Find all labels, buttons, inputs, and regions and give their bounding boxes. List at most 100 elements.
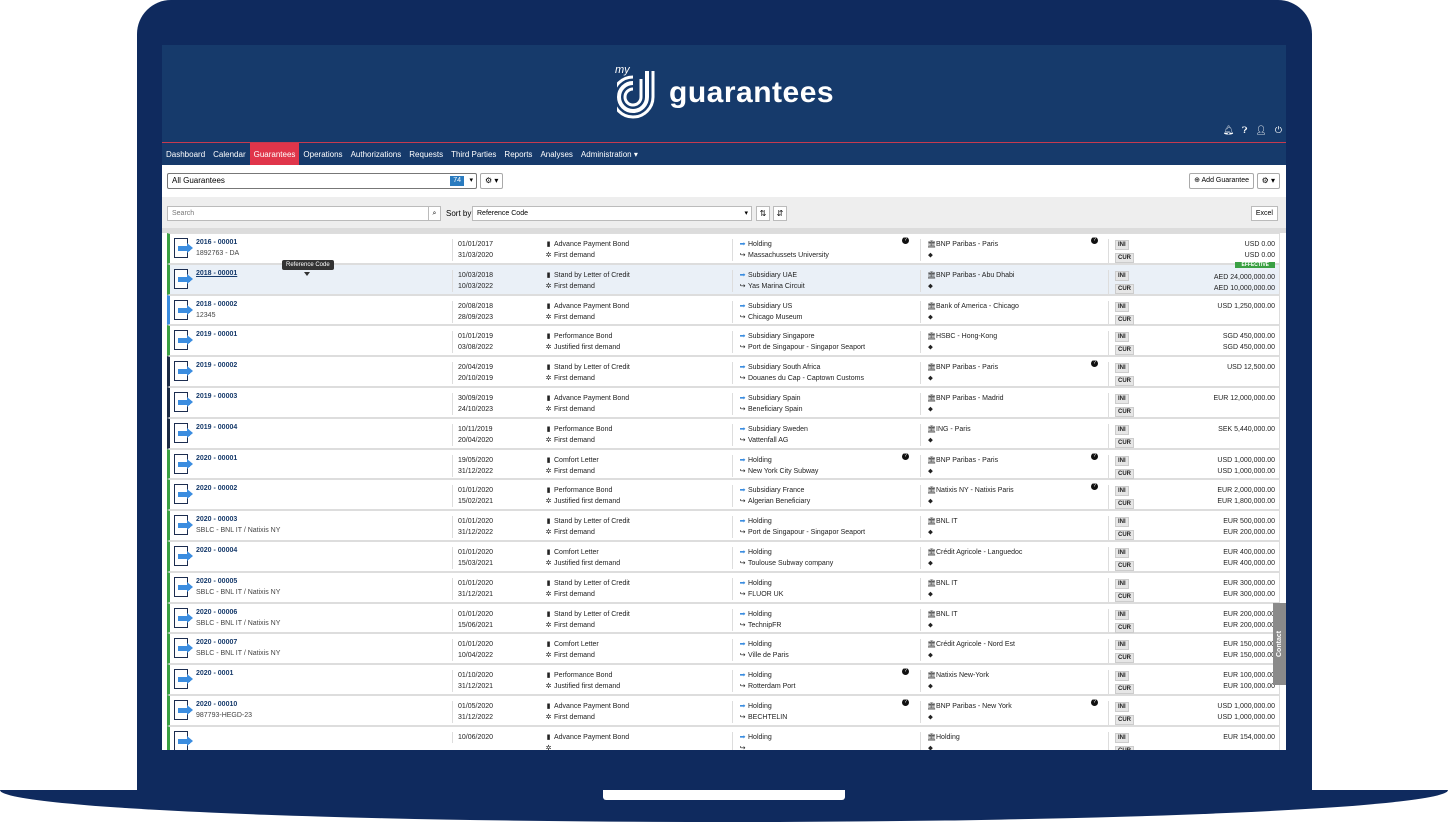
arrow-right-icon: ➡ bbox=[739, 425, 746, 433]
table-row[interactable]: 2019 - 00004 10/11/2019 20/04/2020 ▮ Perf… bbox=[167, 417, 1280, 450]
table-row[interactable]: 2020 - 00005 SBLC - BNL IT / Natixis NY … bbox=[167, 571, 1280, 604]
reference-code-link[interactable]: 2018 - 00001 bbox=[196, 270, 237, 277]
gear-icon: ✲ bbox=[545, 405, 552, 413]
actions-settings-button[interactable]: ⚙ ▾ bbox=[1256, 173, 1280, 189]
reference-code-link[interactable]: 2020 - 00006 bbox=[196, 609, 237, 616]
filter-settings-button[interactable]: ⚙ ▾ bbox=[480, 173, 504, 189]
reference-code-link[interactable]: 2020 - 00001 bbox=[196, 455, 237, 462]
gear-icon: ✲ bbox=[545, 744, 552, 750]
help-icon[interactable]: ? bbox=[1091, 698, 1098, 706]
menu-item-1[interactable]: Calendar bbox=[209, 143, 249, 165]
reference-code-link[interactable]: 2018 - 00002 bbox=[196, 301, 237, 308]
menu-item-0[interactable]: Dashboard bbox=[162, 143, 209, 165]
help-icon[interactable]: ? bbox=[1091, 483, 1098, 491]
bank-icon: 🏛︎ bbox=[927, 733, 936, 741]
table-row[interactable]: 10/06/2020 ▮ Advance Payment Bond ✲ ➡ Hold… bbox=[167, 725, 1280, 750]
table-row[interactable]: 2020 - 00010 987793-HEGD-23 01/05/2020 3… bbox=[167, 694, 1280, 727]
initial-amount: AED 24,000,000.00 bbox=[1213, 273, 1275, 281]
search-input[interactable]: Search bbox=[167, 206, 429, 221]
reference-code-link[interactable]: 2020 - 0001 bbox=[196, 670, 233, 677]
applicant: Holding bbox=[748, 518, 772, 526]
user-icon[interactable]: 👤︎ bbox=[1255, 125, 1266, 136]
reference-code-link[interactable]: 2019 - 00001 bbox=[196, 331, 237, 338]
menu-item-5[interactable]: Requests bbox=[405, 143, 447, 165]
reference-code-link[interactable]: 2020 - 00004 bbox=[196, 547, 237, 554]
excel-export-button[interactable]: Excel bbox=[1250, 206, 1278, 221]
reference-code-link[interactable]: 2020 - 00005 bbox=[196, 578, 237, 585]
ini-tag: INI bbox=[1115, 455, 1129, 466]
reference-code-link[interactable]: 2020 - 00007 bbox=[196, 639, 237, 646]
table-row[interactable]: 2019 - 00003 30/09/2019 24/10/2023 ▮ Adva… bbox=[167, 386, 1280, 419]
search-button[interactable]: ⌕ bbox=[428, 206, 441, 221]
applicant: Holding bbox=[748, 241, 772, 248]
help-icon[interactable]: ? bbox=[1091, 360, 1098, 368]
table-row[interactable]: 2018 - 00001 10/03/2018 10/03/2022 ▮ Stan… bbox=[167, 261, 1280, 296]
parties-cell: ➡ Subsidiary South Africa ↪ Douanes du Cap… bbox=[732, 362, 864, 385]
table-row[interactable]: 2016 - 00001 1892763 - DA 01/01/2017 31/… bbox=[167, 233, 1280, 265]
table-row[interactable]: 2020 - 00007 SBLC - BNL IT / Natixis NY … bbox=[167, 633, 1280, 666]
menu-item-7[interactable]: Reports bbox=[500, 143, 536, 165]
reference-code-link[interactable]: 2019 - 00003 bbox=[196, 393, 237, 400]
menu-item-6[interactable]: Third Parties bbox=[447, 143, 500, 165]
reference-code-link[interactable]: 2016 - 00001 bbox=[196, 239, 237, 246]
issuing-bank: Crédit Agricole - Languedoc bbox=[936, 548, 1023, 556]
table-row[interactable]: 2020 - 00002 01/01/2020 15/02/2021 ▮ Perf… bbox=[167, 479, 1280, 512]
exit-icon: ↪ bbox=[739, 252, 746, 259]
gear-icon: ✲ bbox=[545, 621, 552, 629]
issuing-bank: BNL IT bbox=[936, 579, 958, 587]
guarantee-document-icon bbox=[174, 484, 193, 505]
bank-cell: 🏛︎BNP Paribas - New York ⬥ bbox=[920, 700, 1012, 723]
start-date: 01/01/2020 bbox=[458, 579, 494, 587]
menu-item-2[interactable]: Guarantees bbox=[249, 143, 300, 165]
reference-code-link[interactable]: 2019 - 00004 bbox=[196, 424, 237, 431]
help-icon[interactable]: ❓︎ bbox=[1242, 125, 1247, 136]
demand-type: First demand bbox=[554, 405, 595, 413]
reference-code-link[interactable]: 2020 - 00003 bbox=[196, 516, 237, 523]
sort-descending-button[interactable]: ⇵ bbox=[773, 206, 787, 221]
table-row[interactable]: 2020 - 00004 01/01/2020 15/03/2021 ▮ Comf… bbox=[167, 540, 1280, 573]
reference-code-link[interactable]: 2020 - 00010 bbox=[196, 701, 237, 708]
reference-subtitle: 987793-HEGD-23 bbox=[196, 711, 253, 719]
reference-subtitle: 1892763 - DA bbox=[196, 250, 240, 257]
end-date: 24/10/2023 bbox=[458, 405, 494, 413]
end-date: 10/04/2022 bbox=[458, 652, 494, 660]
help-icon[interactable]: ? bbox=[902, 452, 909, 460]
sort-select[interactable]: Reference Code ▾ bbox=[472, 206, 752, 221]
type-cell: ▮ Stand by Letter of Credit ✲ First demand bbox=[545, 270, 630, 292]
cur-tag: CUR bbox=[1115, 530, 1134, 541]
demand-type: First demand bbox=[554, 282, 595, 290]
table-row[interactable]: 2020 - 00006 SBLC - BNL IT / Natixis NY … bbox=[167, 602, 1280, 635]
sort-ascending-button[interactable]: ⇅ bbox=[756, 206, 770, 221]
menu-item-8[interactable]: Analyses bbox=[536, 143, 576, 165]
add-guarantee-button[interactable]: ⊕ Add Guarantee bbox=[1189, 173, 1254, 189]
help-icon[interactable]: ? bbox=[902, 237, 909, 244]
help-icon[interactable]: ? bbox=[1091, 237, 1098, 244]
exit-icon: ↪ bbox=[739, 436, 746, 444]
bookmark-icon: ▮ bbox=[546, 394, 551, 402]
table-row[interactable]: 2018 - 00002 12345 20/08/2018 28/09/2023… bbox=[167, 294, 1280, 327]
table-row[interactable]: 2020 - 00001 19/05/2020 31/12/2022 ▮ Comf… bbox=[167, 448, 1280, 481]
guarantee-filter-select[interactable]: All Guarantees 74 ▾ bbox=[167, 173, 477, 189]
bank-cell: 🏛︎BNP Paribas - Abu Dhabi ⬥ bbox=[920, 269, 1014, 292]
contact-tab[interactable]: Contact bbox=[1273, 603, 1286, 685]
bookmark-icon: ▮ bbox=[546, 672, 551, 680]
reference-code-link[interactable]: 2019 - 00002 bbox=[196, 362, 237, 369]
type-cell: ▮ Comfort Letter ✲ First demand bbox=[545, 455, 599, 477]
help-icon[interactable]: ? bbox=[902, 668, 909, 676]
menu-item-3[interactable]: Operations bbox=[299, 143, 346, 165]
help-icon[interactable]: ? bbox=[902, 698, 909, 706]
table-row[interactable]: 2020 - 0001 01/10/2020 31/12/2021 ▮ Perfo… bbox=[167, 664, 1280, 697]
table-row[interactable]: 2019 - 00002 20/04/2019 20/10/2019 ▮ Stan… bbox=[167, 356, 1280, 389]
power-icon[interactable]: ⏻ bbox=[1275, 125, 1282, 136]
table-row[interactable]: 2019 - 00001 01/01/2019 03/08/2022 ▮ Perf… bbox=[167, 325, 1280, 358]
arrow-right-icon: ➡ bbox=[739, 672, 746, 680]
menu-item-4[interactable]: Authorizations bbox=[347, 143, 406, 165]
guarantee-document-icon bbox=[174, 361, 193, 382]
bell-icon[interactable]: 🔔︎ bbox=[1223, 125, 1234, 136]
guarantee-type: Performance Bond bbox=[554, 333, 613, 341]
table-row[interactable]: 2020 - 00003 SBLC - BNL IT / Natixis NY … bbox=[167, 510, 1280, 543]
menu-item-9[interactable]: Administration ▾ bbox=[577, 143, 642, 165]
bank-cell: 🏛︎BNL IT ⬥ bbox=[920, 577, 958, 600]
reference-code-link[interactable]: 2020 - 00002 bbox=[196, 485, 237, 492]
help-icon[interactable]: ? bbox=[1091, 452, 1098, 460]
